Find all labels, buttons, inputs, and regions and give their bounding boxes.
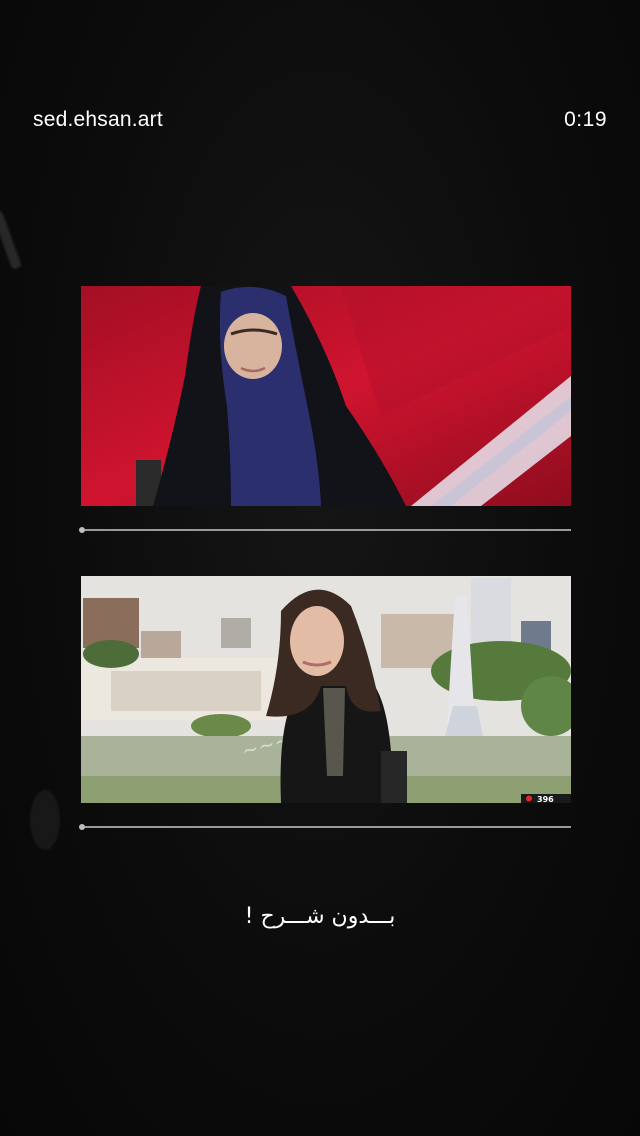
live-view-badge: 396 [537,795,554,803]
progress-scrubber[interactable] [79,527,85,533]
top-video-clip[interactable] [81,286,571,506]
bottom-video-clip[interactable]: ~~~ 396 [81,576,571,803]
username[interactable]: sed.ehsan.art [33,108,163,132]
studio-anchor-image [81,286,571,506]
playback-timer: 0:19 [564,108,607,131]
story-background [0,0,640,1136]
reporter-city-image: ~~~ 396 [81,576,571,803]
light-streak [30,790,60,850]
story-caption: بـــدون شـــرح ! [244,904,396,929]
story-header: sed.ehsan.art 0:19 [0,104,640,144]
progress-scrubber[interactable] [79,824,85,830]
top-video-progress-bar[interactable] [79,527,571,533]
bottom-video-progress-bar[interactable] [79,824,571,830]
